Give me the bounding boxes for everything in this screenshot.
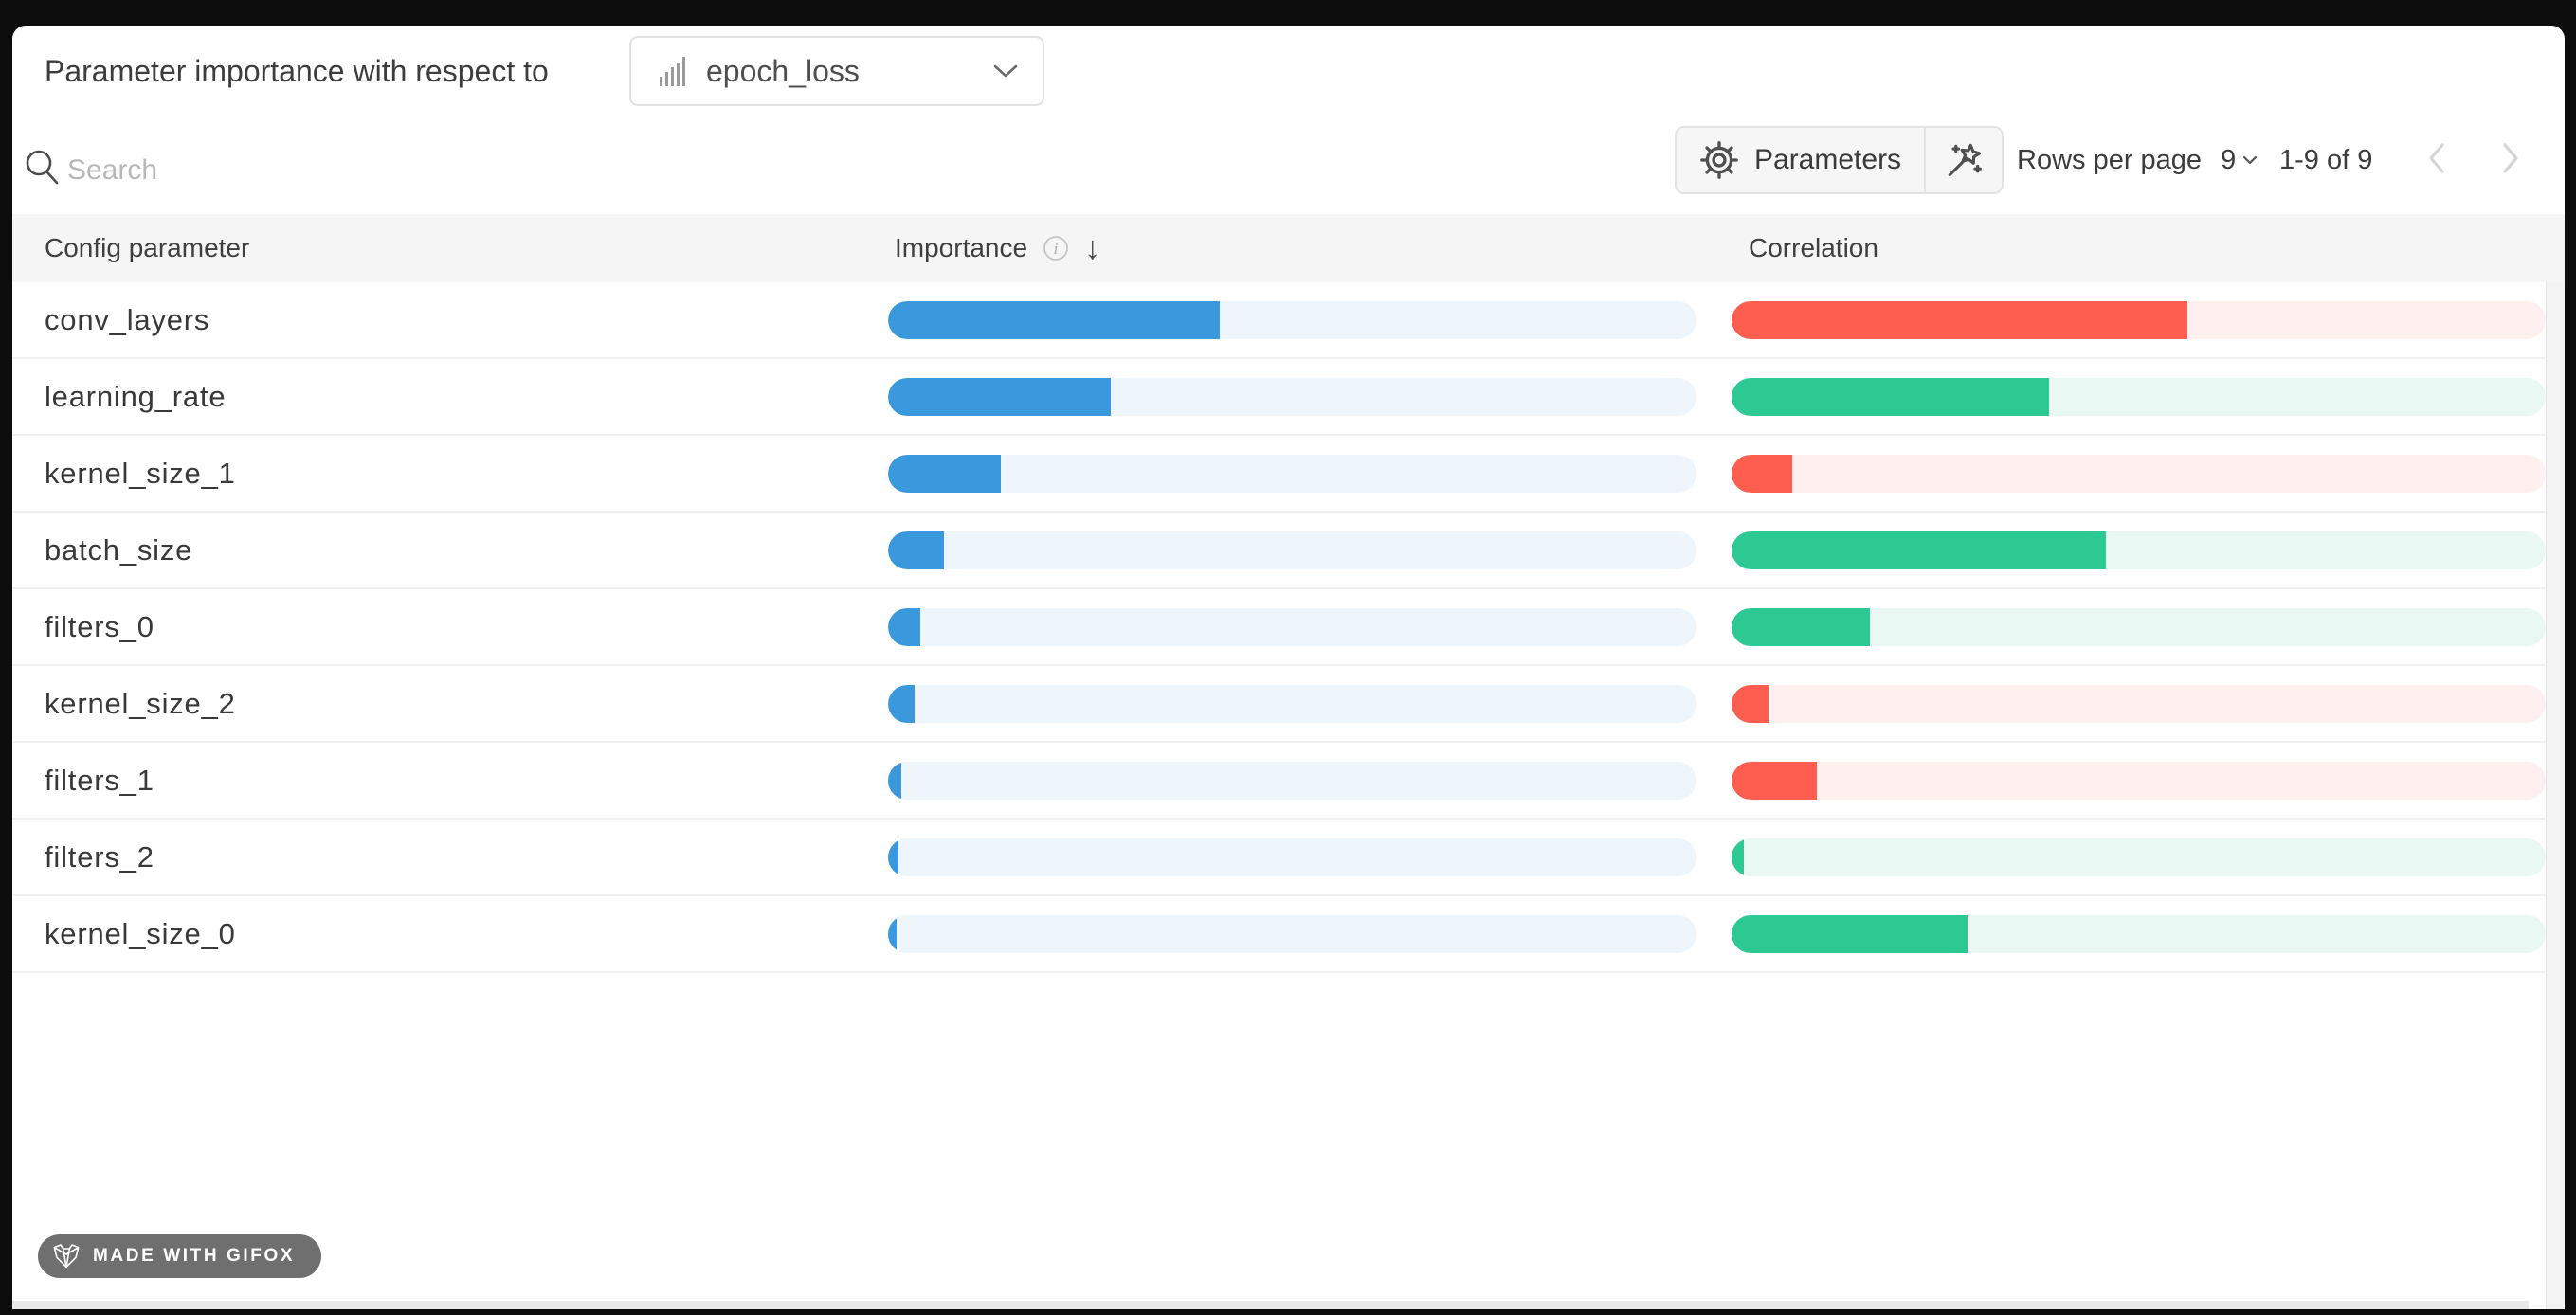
- correlation-bar-fill: [1732, 378, 2049, 416]
- correlation-bar-fill: [1732, 915, 1968, 953]
- table-row[interactable]: conv_layers: [12, 282, 2546, 359]
- importance-bar-track: [888, 685, 1696, 723]
- table-row[interactable]: learning_rate: [12, 359, 2546, 436]
- correlation-bar-fill: [1732, 531, 2106, 569]
- manage-columns-button-group: Parameters: [1675, 126, 2004, 194]
- correlation-bar-fill: [1732, 685, 1769, 723]
- chevron-right-icon: [2497, 139, 2524, 177]
- importance-bar-fill: [888, 915, 897, 953]
- correlation-bar-track: [1732, 301, 2546, 339]
- importance-bar-track: [888, 762, 1696, 800]
- chevron-left-icon: [2423, 139, 2450, 177]
- chevron-down-icon: [991, 63, 1020, 80]
- table-row[interactable]: batch_size: [12, 513, 2546, 589]
- pagination-controls: [2420, 126, 2528, 194]
- importance-bar-fill: [888, 838, 898, 876]
- correlation-bar-track: [1732, 455, 2546, 493]
- config-parameter-label: conv_layers: [45, 282, 209, 357]
- correlation-bar-fill: [1732, 608, 1870, 646]
- metric-dropdown[interactable]: epoch_loss: [629, 36, 1044, 106]
- importance-bar-track: [888, 608, 1696, 646]
- rows-per-page-label: Rows per page: [2017, 145, 2202, 176]
- importance-bar-track: [888, 915, 1696, 953]
- importance-bar-track: [888, 531, 1696, 569]
- search-input[interactable]: [65, 145, 922, 196]
- config-parameter-label: filters_1: [45, 743, 154, 818]
- table-row[interactable]: filters_0: [12, 589, 2546, 666]
- importance-bar-track: [888, 378, 1696, 416]
- importance-bar-fill: [888, 762, 901, 800]
- column-header-importance: Importance i ↓: [895, 214, 1100, 282]
- table-row[interactable]: filters_1: [12, 743, 2546, 820]
- importance-bar-track: [888, 838, 1696, 876]
- correlation-bar-track: [1732, 685, 2546, 723]
- correlation-bar-fill: [1732, 838, 1744, 876]
- rows-per-page-control: Rows per page 9: [2017, 126, 2259, 194]
- column-header-config-parameter: Config parameter: [45, 214, 249, 282]
- table-row[interactable]: kernel_size_2: [12, 666, 2546, 743]
- fox-icon: [51, 1243, 82, 1270]
- correlation-bar-fill: [1732, 762, 1817, 800]
- correlation-bar-fill: [1732, 301, 2187, 339]
- correlation-bar-track: [1732, 608, 2546, 646]
- parameters-button-label: Parameters: [1754, 144, 1901, 176]
- correlation-bar-fill: [1732, 455, 1792, 493]
- parameter-importance-panel: Parameter importance with respect to epo…: [12, 26, 2565, 1309]
- table-row[interactable]: kernel_size_1: [12, 436, 2546, 513]
- pagination-range: 1-9 of 9: [2279, 126, 2372, 194]
- config-parameter-label: filters_2: [45, 820, 154, 894]
- magic-wand-button[interactable]: [1924, 128, 2002, 192]
- config-parameter-label: kernel_size_1: [45, 436, 236, 511]
- config-parameter-label: kernel_size_0: [45, 896, 236, 971]
- importance-bar-fill: [888, 685, 915, 723]
- correlation-bar-track: [1732, 762, 2546, 800]
- config-parameter-label: learning_rate: [45, 359, 226, 434]
- table-body: conv_layers learning_rate kernel_size_1 …: [12, 282, 2546, 973]
- rows-per-page-value: 9: [2221, 145, 2236, 176]
- previous-page-button[interactable]: [2420, 135, 2454, 186]
- correlation-bar-track: [1732, 531, 2546, 569]
- metric-dropdown-value: epoch_loss: [706, 54, 991, 89]
- table-row[interactable]: filters_2: [12, 820, 2546, 896]
- panel-title: Parameter importance with respect to: [45, 50, 549, 92]
- table-row[interactable]: kernel_size_0: [12, 896, 2546, 973]
- importance-bar-fill: [888, 608, 920, 646]
- chevron-down-small-icon: [2241, 154, 2259, 166]
- importance-bar-fill: [888, 455, 1001, 493]
- search-icon: [22, 147, 63, 189]
- gifox-badge-label: MADE WITH GIFOX: [93, 1246, 295, 1267]
- gear-icon: [1699, 140, 1739, 180]
- config-parameter-label: filters_0: [45, 589, 154, 664]
- column-header-correlation: Correlation: [1749, 214, 1878, 282]
- importance-bar-fill: [888, 531, 944, 569]
- parameters-button[interactable]: Parameters: [1677, 128, 1924, 192]
- sort-descending-arrow-icon[interactable]: ↓: [1084, 232, 1100, 264]
- config-parameter-label: kernel_size_2: [45, 666, 236, 741]
- magic-wand-icon: [1943, 139, 1985, 181]
- bar-chart-icon: [660, 56, 685, 86]
- importance-bar-fill: [888, 378, 1111, 416]
- table-header: Config parameter Importance i ↓ Correlat…: [12, 214, 2565, 282]
- importance-bar-track: [888, 455, 1696, 493]
- config-parameter-label: batch_size: [45, 513, 192, 587]
- info-icon[interactable]: i: [1043, 235, 1069, 261]
- vertical-scrollbar-track[interactable]: [2546, 282, 2565, 1309]
- bottom-panel-edge: [12, 1301, 2529, 1309]
- svg-text:i: i: [1054, 240, 1059, 258]
- importance-bar-fill: [888, 301, 1220, 339]
- made-with-gifox-badge: MADE WITH GIFOX: [38, 1234, 321, 1278]
- rows-per-page-select[interactable]: 9: [2221, 145, 2259, 176]
- correlation-bar-track: [1732, 915, 2546, 953]
- importance-header-label: Importance: [895, 233, 1027, 263]
- next-page-button[interactable]: [2494, 135, 2528, 186]
- importance-bar-track: [888, 301, 1696, 339]
- correlation-bar-track: [1732, 838, 2546, 876]
- correlation-bar-track: [1732, 378, 2546, 416]
